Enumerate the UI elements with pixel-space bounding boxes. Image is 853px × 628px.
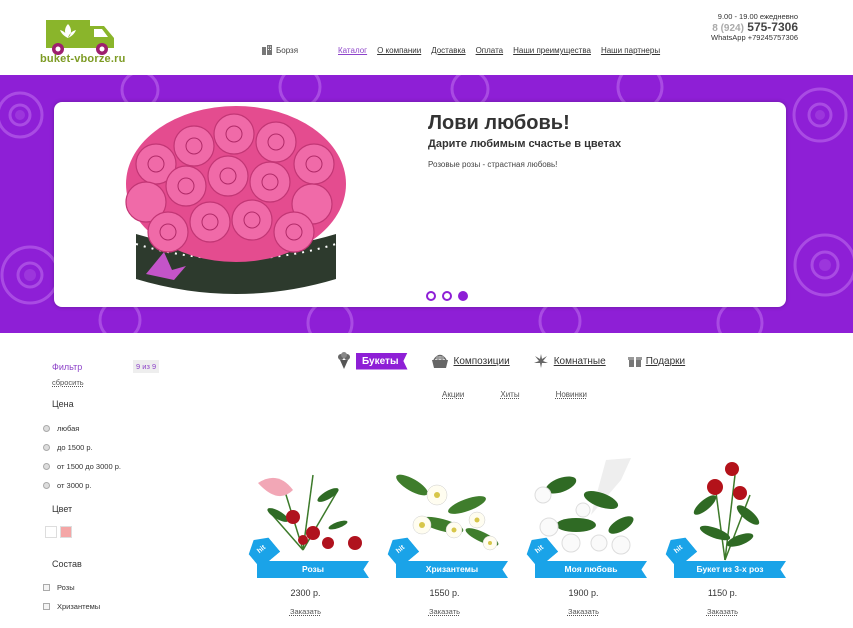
price-option-any[interactable]: любая bbox=[43, 424, 79, 433]
composition-filter-title: Состав bbox=[52, 559, 82, 569]
color-swatch-pink[interactable] bbox=[60, 526, 72, 538]
subcat-new[interactable]: Новинки bbox=[556, 390, 587, 399]
gift-icon bbox=[627, 357, 642, 367]
tab-bouquets[interactable]: Букеты bbox=[336, 352, 408, 370]
product-image-my-love[interactable]: hit Моя любовь bbox=[521, 455, 647, 578]
tab-compositions-label: Композиции bbox=[453, 355, 510, 367]
product-card[interactable]: hit Хризантемы 1550 р. Заказать bbox=[382, 455, 508, 616]
tab-houseplants[interactable]: Комнатные bbox=[532, 352, 606, 370]
slider-dots bbox=[426, 291, 468, 301]
product-image-chrysanthemums[interactable]: hit Хризантемы bbox=[382, 455, 508, 578]
slider-dot-2[interactable] bbox=[442, 291, 452, 301]
composition-option-chrysanthemums[interactable]: Хризантемы bbox=[43, 602, 100, 611]
city-name: Борзя bbox=[276, 45, 299, 55]
banner-title: Лови любовь! bbox=[428, 112, 570, 134]
nav-advantages[interactable]: Наши преимущества bbox=[513, 46, 591, 55]
subcat-hits[interactable]: Хиты bbox=[500, 390, 519, 399]
product-price: 1900 р. bbox=[568, 588, 599, 598]
product-name-ribbon: Хризантемы bbox=[396, 561, 508, 578]
product-card[interactable]: hit Розы 2300 р. Заказать bbox=[243, 455, 369, 616]
subcategory-links: Акции Хиты Новинки bbox=[442, 390, 587, 399]
nav-delivery[interactable]: Доставка bbox=[431, 46, 465, 55]
price-filter-title: Цена bbox=[52, 399, 74, 409]
color-swatch-white[interactable] bbox=[45, 526, 57, 538]
category-tabs: Букеты Композиции Комнатные Подарки bbox=[336, 352, 685, 370]
tab-gifts-label: Подарки bbox=[645, 355, 686, 367]
radio-icon[interactable] bbox=[43, 425, 50, 432]
building-icon bbox=[262, 45, 272, 55]
product-name-ribbon: Розы bbox=[257, 561, 369, 578]
tab-bouquets-label: Букеты bbox=[356, 352, 408, 370]
product-price: 1550 р. bbox=[429, 588, 460, 598]
price-option-under-1500[interactable]: до 1500 р. bbox=[43, 443, 93, 452]
price-option-label: до 1500 р. bbox=[57, 443, 93, 452]
city-selector[interactable]: Борзя bbox=[262, 45, 298, 55]
product-image-three-roses[interactable]: hit Букет из 3-х роз bbox=[660, 455, 786, 578]
nav-partners[interactable]: Наши партнеры bbox=[601, 46, 660, 55]
filter-reset-link[interactable]: сбросить bbox=[52, 378, 84, 387]
filter-count-badge: 9 из 9 bbox=[133, 360, 160, 373]
radio-icon[interactable] bbox=[43, 463, 50, 470]
logo-text: buket-vborze.ru bbox=[40, 53, 126, 65]
nav-about[interactable]: О компании bbox=[377, 46, 421, 55]
delivery-van-icon bbox=[46, 20, 114, 55]
checkbox-icon[interactable] bbox=[43, 584, 50, 591]
slider-dot-1[interactable] bbox=[426, 291, 436, 301]
composition-option-roses[interactable]: Розы bbox=[43, 583, 75, 592]
price-option-label: от 3000 р. bbox=[57, 481, 92, 490]
price-option-over-3000[interactable]: от 3000 р. bbox=[43, 481, 92, 490]
product-image-roses[interactable]: hit Розы bbox=[243, 455, 369, 578]
price-option-label: от 1500 до 3000 р. bbox=[57, 462, 121, 471]
composition-option-label: Розы bbox=[57, 583, 75, 592]
color-filter-title: Цвет bbox=[52, 504, 73, 514]
nav-payment[interactable]: Оплата bbox=[476, 46, 504, 55]
product-price: 1150 р. bbox=[707, 588, 738, 598]
product-card[interactable]: hit Моя любовь 1900 р. Заказать bbox=[521, 455, 647, 616]
pink-roses-box-image bbox=[125, 106, 346, 294]
bouquet-icon bbox=[338, 352, 350, 369]
product-name-ribbon: Букет из 3-х роз bbox=[674, 561, 786, 578]
plant-icon bbox=[533, 354, 548, 368]
slider-dot-3[interactable] bbox=[458, 291, 468, 301]
banner-subtitle: Дарите любимым счастье в цветах bbox=[428, 138, 622, 150]
price-option-1500-3000[interactable]: от 1500 до 3000 р. bbox=[43, 462, 121, 471]
hero-banner: Лови любовь! Дарите любимым счастье в цв… bbox=[0, 75, 853, 333]
subcat-promotions[interactable]: Акции bbox=[442, 390, 464, 399]
checkbox-icon[interactable] bbox=[43, 603, 50, 610]
radio-icon[interactable] bbox=[43, 482, 50, 489]
composition-option-label: Хризантемы bbox=[57, 602, 101, 611]
whatsapp-number: WhatsApp +79245757306 bbox=[711, 33, 798, 43]
product-card[interactable]: hit Букет из 3-х роз 1150 р. Заказать bbox=[660, 455, 786, 616]
banner-slide[interactable]: Лови любовь! Дарите любимым счастье в цв… bbox=[54, 102, 786, 307]
tab-compositions[interactable]: Композиции bbox=[430, 353, 510, 369]
order-button[interactable]: Заказать bbox=[243, 607, 368, 616]
tab-houseplants-label: Комнатные bbox=[553, 355, 606, 367]
order-button[interactable]: Заказать bbox=[382, 607, 507, 616]
tab-gifts[interactable]: Подарки bbox=[627, 354, 686, 368]
main-nav: Каталог О компании Доставка Оплата Наши … bbox=[338, 46, 660, 55]
order-button[interactable]: Заказать bbox=[660, 607, 785, 616]
contacts: 9.00 - 19.00 ежедневно 8 (924) 575-7306 … bbox=[711, 12, 798, 43]
nav-catalog[interactable]: Каталог bbox=[338, 46, 367, 55]
product-price: 2300 р. bbox=[290, 588, 321, 598]
price-option-label: любая bbox=[57, 424, 80, 433]
order-button[interactable]: Заказать bbox=[521, 607, 646, 616]
product-name-ribbon: Моя любовь bbox=[535, 561, 647, 578]
basket-icon bbox=[431, 354, 448, 368]
filter-title: Фильтр bbox=[52, 362, 83, 372]
phone-number: 575-7306 bbox=[747, 20, 798, 35]
banner-description: Розовые розы - страстная любовь! bbox=[428, 160, 558, 169]
radio-icon[interactable] bbox=[43, 444, 50, 451]
